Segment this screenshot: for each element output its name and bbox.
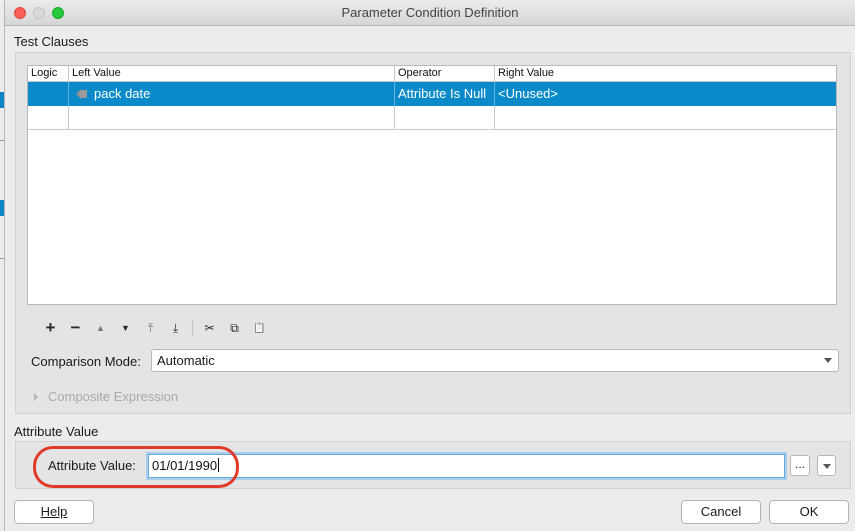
- cell-right-value[interactable]: <Unused>: [495, 82, 836, 106]
- comparison-mode-value: Automatic: [157, 353, 215, 368]
- cancel-button[interactable]: Cancel: [681, 500, 761, 524]
- attribute-value-group: Attribute Value: 01/01/1990 ...: [15, 441, 851, 489]
- column-header-left-value[interactable]: Left Value: [69, 66, 395, 81]
- cut-icon[interactable]: ✂: [197, 319, 222, 337]
- chevron-down-icon: [824, 358, 832, 363]
- test-clauses-table[interactable]: Logic Left Value Operator Right Value pa…: [27, 65, 837, 305]
- move-to-top-icon[interactable]: ⤒: [138, 319, 163, 337]
- window-controls: [14, 7, 64, 19]
- cell-right-value[interactable]: [495, 106, 836, 129]
- help-button-label: Help: [40, 504, 68, 519]
- cell-left-value[interactable]: pack date: [69, 82, 395, 106]
- move-up-icon[interactable]: ▲: [88, 319, 113, 337]
- left-value-text: pack date: [94, 86, 151, 101]
- minimize-window-button[interactable]: [33, 7, 45, 19]
- cell-operator[interactable]: Attribute Is Null: [395, 82, 495, 106]
- toolbar-separator: [192, 320, 193, 336]
- comparison-mode-select[interactable]: Automatic: [151, 349, 839, 372]
- copy-icon[interactable]: ⧉: [222, 319, 247, 337]
- move-to-bottom-icon[interactable]: ⤓: [163, 319, 188, 337]
- parameter-condition-dialog: Parameter Condition Definition Test Clau…: [4, 0, 855, 531]
- disclosure-triangle-icon: [34, 392, 38, 401]
- column-header-logic[interactable]: Logic: [28, 66, 69, 81]
- attribute-value-input[interactable]: 01/01/1990: [148, 454, 785, 478]
- title-bar: Parameter Condition Definition: [5, 0, 855, 26]
- column-header-operator[interactable]: Operator: [395, 66, 495, 81]
- table-header: Logic Left Value Operator Right Value: [28, 66, 836, 82]
- cell-left-value[interactable]: [69, 106, 395, 129]
- ellipsis-button[interactable]: ...: [790, 455, 810, 476]
- attribute-value-section-label: Attribute Value: [14, 424, 99, 439]
- text-cursor: [218, 458, 220, 472]
- attribute-icon: [76, 88, 88, 100]
- composite-expression-label: Composite Expression: [48, 389, 179, 404]
- add-icon[interactable]: +: [38, 318, 63, 337]
- composite-expression-toggle[interactable]: Composite Expression: [34, 389, 178, 404]
- clause-toolbar: + − ▲ ▼ ⤒ ⤓ ✂ ⧉ 📋: [38, 318, 272, 337]
- paste-icon[interactable]: 📋: [247, 319, 272, 337]
- cell-logic[interactable]: [28, 106, 69, 129]
- test-clauses-group: Logic Left Value Operator Right Value pa…: [15, 52, 851, 414]
- close-window-button[interactable]: [14, 7, 26, 19]
- move-down-icon[interactable]: ▼: [113, 319, 138, 337]
- table-row[interactable]: pack date Attribute Is Null <Unused>: [28, 82, 836, 106]
- maximize-window-button[interactable]: [52, 7, 64, 19]
- cell-logic[interactable]: [28, 82, 69, 106]
- cell-operator[interactable]: [395, 106, 495, 129]
- window-title: Parameter Condition Definition: [341, 5, 519, 20]
- attribute-value-label: Attribute Value:: [48, 458, 136, 473]
- table-row-empty[interactable]: [28, 106, 836, 130]
- column-header-right-value[interactable]: Right Value: [495, 66, 836, 81]
- value-dropdown-button[interactable]: [817, 455, 836, 476]
- ok-button[interactable]: OK: [769, 500, 849, 524]
- comparison-mode-label: Comparison Mode:: [31, 354, 141, 369]
- test-clauses-label: Test Clauses: [14, 34, 89, 49]
- help-button[interactable]: Help: [14, 500, 94, 524]
- attribute-value-text: 01/01/1990: [152, 458, 218, 473]
- remove-icon[interactable]: −: [63, 318, 88, 337]
